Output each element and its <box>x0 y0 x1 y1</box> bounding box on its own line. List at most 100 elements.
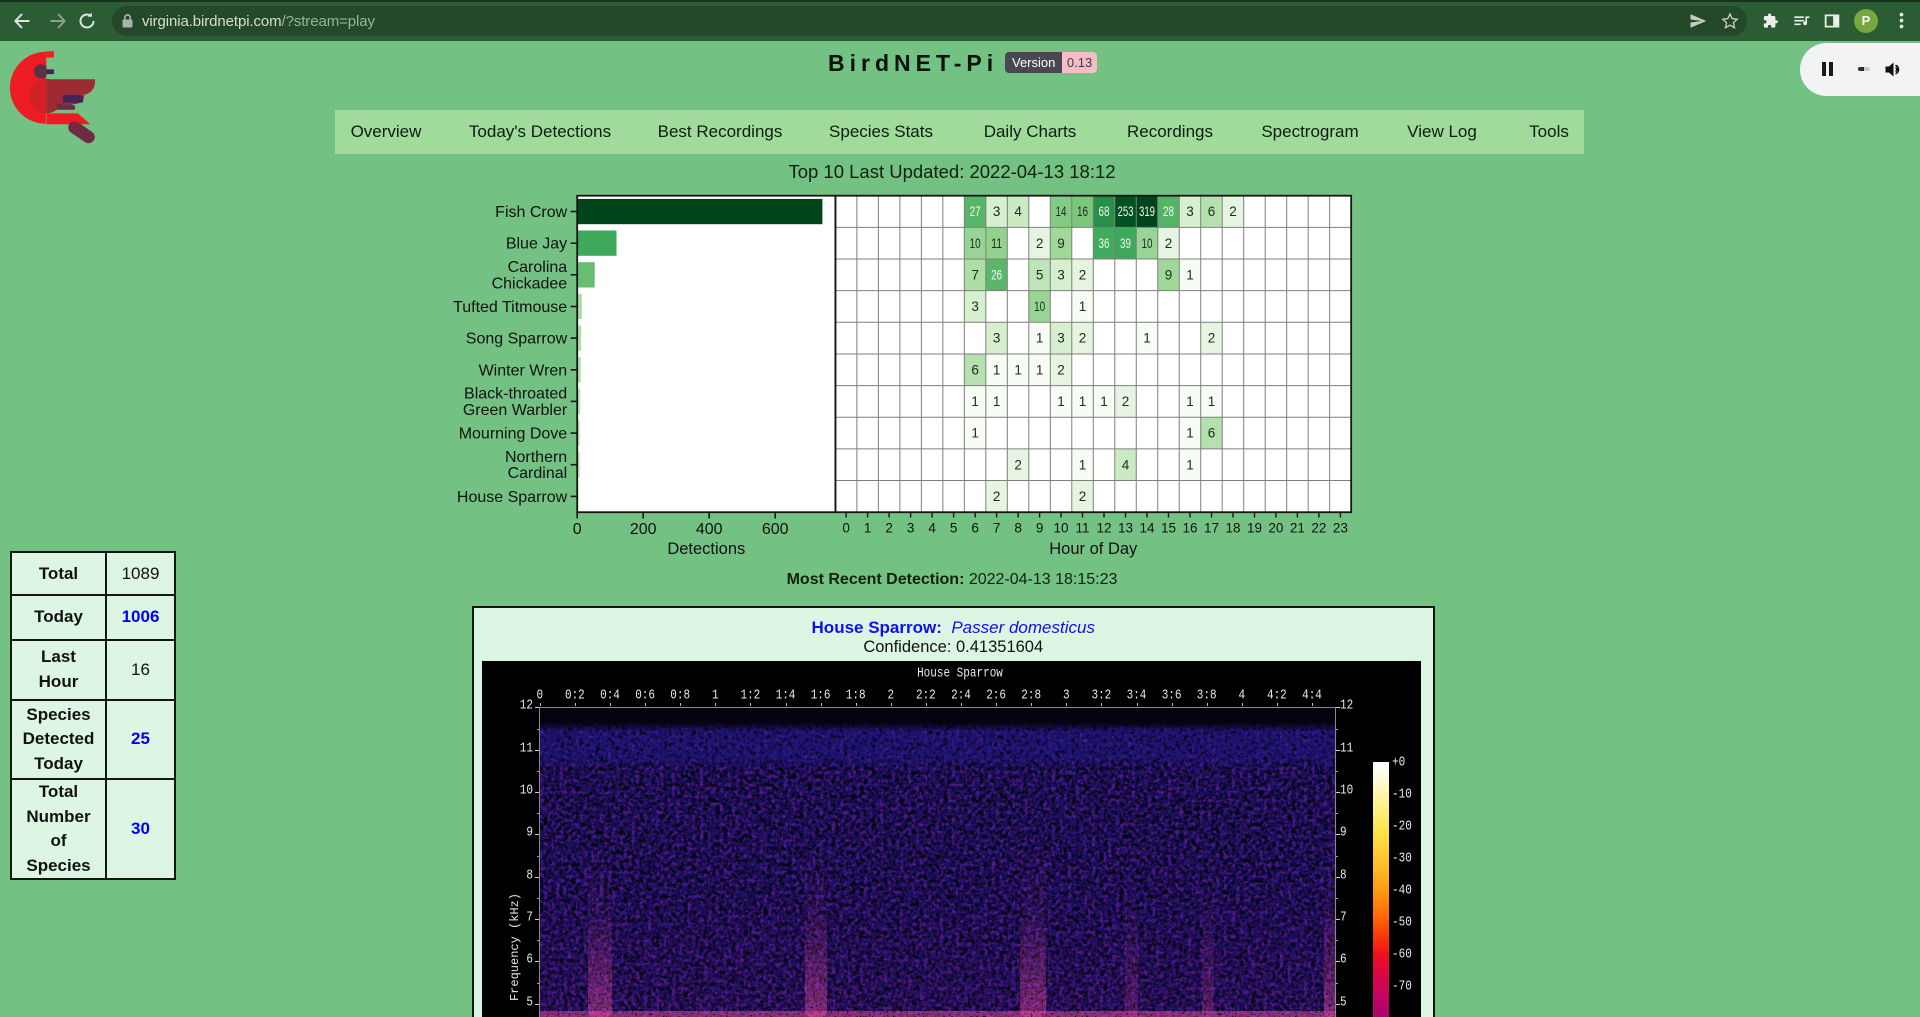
svg-text:1: 1 <box>864 521 872 536</box>
svg-text:Hour of Day: Hour of Day <box>1049 540 1138 558</box>
svg-text:Northern: Northern <box>505 449 567 466</box>
svg-text:8: 8 <box>1014 521 1022 536</box>
svg-text:9: 9 <box>1165 267 1173 282</box>
svg-text:2: 2 <box>885 521 893 536</box>
svg-text:3: 3 <box>993 204 1001 219</box>
svg-text:36: 36 <box>1099 236 1110 251</box>
svg-text:26: 26 <box>991 267 1002 282</box>
svg-text:1: 1 <box>1208 394 1216 409</box>
svg-text:1: 1 <box>1079 457 1087 472</box>
svg-text:1: 1 <box>1100 394 1108 409</box>
svg-text:28: 28 <box>1163 204 1174 219</box>
svg-text:21: 21 <box>1290 521 1305 536</box>
svg-text:27: 27 <box>970 204 981 219</box>
svg-text:1: 1 <box>1036 331 1044 346</box>
svg-text:1: 1 <box>1186 457 1194 472</box>
svg-text:1: 1 <box>971 394 979 409</box>
svg-text:10: 10 <box>1034 299 1045 314</box>
svg-text:200: 200 <box>630 521 657 538</box>
svg-text:400: 400 <box>696 521 723 538</box>
svg-text:2: 2 <box>1208 331 1216 346</box>
svg-text:12: 12 <box>1096 521 1111 536</box>
svg-text:3: 3 <box>1057 331 1065 346</box>
svg-text:5: 5 <box>950 521 958 536</box>
svg-text:2: 2 <box>1036 236 1044 251</box>
svg-text:13: 13 <box>1118 521 1133 536</box>
svg-text:2: 2 <box>1122 394 1130 409</box>
svg-text:3: 3 <box>993 331 1001 346</box>
svg-text:9: 9 <box>1057 236 1065 251</box>
svg-text:20: 20 <box>1268 521 1283 536</box>
svg-text:16: 16 <box>1182 521 1197 536</box>
svg-text:1: 1 <box>1186 426 1194 441</box>
svg-text:11: 11 <box>1075 521 1089 536</box>
svg-text:3: 3 <box>1186 204 1194 219</box>
svg-text:3: 3 <box>907 521 915 536</box>
svg-text:319: 319 <box>1139 204 1155 219</box>
svg-text:253: 253 <box>1118 204 1134 219</box>
svg-text:1: 1 <box>1079 299 1087 314</box>
svg-text:Song Sparrow: Song Sparrow <box>466 331 568 348</box>
svg-text:2: 2 <box>993 489 1001 504</box>
svg-text:68: 68 <box>1099 204 1110 219</box>
svg-text:3: 3 <box>1057 267 1065 282</box>
svg-text:4: 4 <box>928 521 936 536</box>
svg-text:Green Warbler: Green Warbler <box>463 402 568 419</box>
svg-text:2: 2 <box>1079 331 1087 346</box>
svg-text:14: 14 <box>1139 521 1155 536</box>
svg-text:5: 5 <box>1036 267 1044 282</box>
svg-text:6: 6 <box>1208 426 1216 441</box>
svg-text:0: 0 <box>842 521 850 536</box>
svg-text:2: 2 <box>1014 457 1022 472</box>
svg-text:23: 23 <box>1333 521 1348 536</box>
svg-text:7: 7 <box>993 521 1001 536</box>
svg-text:10: 10 <box>1053 521 1068 536</box>
svg-text:2: 2 <box>1165 236 1173 251</box>
svg-text:0: 0 <box>573 521 582 538</box>
svg-text:7: 7 <box>971 267 979 282</box>
svg-text:10: 10 <box>1142 236 1153 251</box>
svg-text:10: 10 <box>970 236 981 251</box>
svg-text:2: 2 <box>1079 267 1087 282</box>
svg-text:19: 19 <box>1247 521 1262 536</box>
svg-text:1: 1 <box>1036 362 1044 377</box>
svg-text:2: 2 <box>1079 489 1087 504</box>
svg-text:Cardinal: Cardinal <box>508 465 568 482</box>
svg-text:House Sparrow: House Sparrow <box>457 489 568 506</box>
svg-text:Tufted Titmouse: Tufted Titmouse <box>453 299 567 316</box>
svg-text:22: 22 <box>1311 521 1326 536</box>
svg-text:2: 2 <box>1229 204 1237 219</box>
svg-text:6: 6 <box>971 521 979 536</box>
svg-text:6: 6 <box>971 362 979 377</box>
svg-text:15: 15 <box>1161 521 1176 536</box>
svg-text:1: 1 <box>1014 362 1022 377</box>
svg-text:Blue Jay: Blue Jay <box>506 236 567 253</box>
svg-text:11: 11 <box>991 236 1002 251</box>
svg-text:1: 1 <box>1186 267 1194 282</box>
svg-text:Chickadee: Chickadee <box>492 275 568 292</box>
svg-text:Detections: Detections <box>667 540 745 558</box>
svg-text:17: 17 <box>1204 521 1219 536</box>
svg-text:18: 18 <box>1225 521 1240 536</box>
svg-text:600: 600 <box>762 521 789 538</box>
svg-text:14: 14 <box>1056 204 1067 219</box>
svg-text:1: 1 <box>1186 394 1194 409</box>
svg-text:1: 1 <box>1143 331 1151 346</box>
svg-text:Fish Crow: Fish Crow <box>495 204 567 221</box>
svg-text:9: 9 <box>1036 521 1044 536</box>
svg-text:16: 16 <box>1077 204 1088 219</box>
svg-text:1: 1 <box>993 394 1001 409</box>
svg-text:1: 1 <box>971 426 979 441</box>
svg-text:3: 3 <box>971 299 979 314</box>
svg-text:Mourning Dove: Mourning Dove <box>459 426 568 443</box>
svg-text:39: 39 <box>1120 236 1131 251</box>
svg-text:4: 4 <box>1014 204 1022 219</box>
svg-text:Winter Wren: Winter Wren <box>479 362 568 379</box>
svg-text:1: 1 <box>1079 394 1087 409</box>
svg-text:1: 1 <box>993 362 1001 377</box>
svg-text:2: 2 <box>1057 362 1065 377</box>
svg-text:4: 4 <box>1122 457 1130 472</box>
svg-text:6: 6 <box>1208 204 1216 219</box>
svg-text:1: 1 <box>1057 394 1065 409</box>
svg-text:Carolina: Carolina <box>508 259 568 276</box>
